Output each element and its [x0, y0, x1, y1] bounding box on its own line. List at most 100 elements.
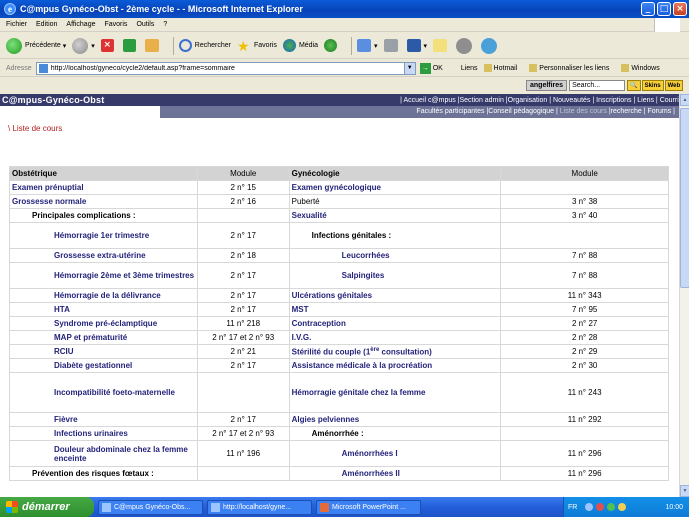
close-button[interactable]: ×: [673, 2, 687, 16]
skins-button[interactable]: Skins: [641, 79, 664, 91]
course-cell: Stérilité du couple (1ère consultation): [288, 344, 502, 359]
nav-liens[interactable]: Liens: [637, 97, 654, 104]
menu-edition[interactable]: Edition: [36, 21, 57, 28]
search-go-icon[interactable]: 🔍: [627, 79, 641, 91]
link-icon: [529, 64, 538, 72]
course-table: Obstétrique Module Gynécologie Module Ex…: [9, 166, 669, 481]
course-link[interactable]: Douleur abdominale chez la femme enceint…: [54, 445, 188, 463]
web-button[interactable]: Web: [664, 79, 684, 91]
course-link[interactable]: MST: [292, 305, 309, 314]
course-link[interactable]: Leucorrhées: [342, 251, 390, 260]
mail-button[interactable]: ▾: [357, 39, 378, 52]
tray-messenger-icon[interactable]: [607, 503, 616, 511]
back-button[interactable]: Précédente ▾: [6, 37, 66, 54]
discuss-button[interactable]: [433, 39, 450, 52]
course-cell: Grossesse extra-utérine: [9, 248, 198, 263]
task-powerpoint[interactable]: Microsoft PowerPoint ...: [316, 499, 421, 515]
course-link[interactable]: RCIU: [54, 347, 74, 356]
course-link[interactable]: Aménorrhées II: [342, 469, 400, 478]
menu-help[interactable]: ?: [163, 21, 167, 28]
home-button[interactable]: [144, 39, 162, 52]
course-link[interactable]: Sexualité: [292, 211, 327, 220]
tray-network-icon[interactable]: [585, 503, 594, 511]
menu-outils[interactable]: Outils: [136, 21, 154, 28]
module-cell: [500, 222, 669, 249]
tray-volume-icon[interactable]: [618, 503, 627, 511]
course-label: Puberté: [291, 197, 320, 206]
course-link[interactable]: Incompatibilité foeto-maternelle: [54, 388, 175, 397]
media-button[interactable]: Média: [282, 39, 318, 52]
vertical-scrollbar[interactable]: ▲ ▼: [679, 94, 689, 497]
edit-button[interactable]: ▾: [406, 39, 427, 52]
nav-accueil[interactable]: Accueil c@mpus: [404, 97, 456, 104]
course-cell: Puberté: [288, 194, 502, 209]
subnav-forums[interactable]: Forums: [648, 108, 672, 115]
nav-section-admin[interactable]: Section admin: [460, 97, 504, 104]
link-hotmail[interactable]: Hotmail: [483, 64, 524, 72]
course-link[interactable]: MAP et prématurité: [54, 333, 127, 342]
address-input[interactable]: http://localhost/gyneco/cycle2/default.a…: [35, 61, 416, 75]
course-link[interactable]: Grossesse normale: [12, 197, 86, 206]
favorites-button[interactable]: ★ Favoris: [237, 39, 277, 53]
nav-inscriptions[interactable]: Inscriptions: [596, 97, 631, 104]
messenger-button[interactable]: [456, 37, 475, 54]
menu-fichier[interactable]: Fichier: [6, 21, 27, 28]
subnav-conseil[interactable]: Conseil pédagogique: [488, 108, 554, 115]
course-link[interactable]: Stérilité du couple (1: [292, 347, 371, 356]
course-link[interactable]: Hémorragie génitale chez la femme: [292, 388, 426, 397]
forward-button[interactable]: ▾: [72, 37, 95, 54]
tray-security-icon[interactable]: [596, 503, 605, 511]
print-button[interactable]: [383, 39, 401, 52]
scroll-thumb[interactable]: [680, 108, 689, 288]
task-localhost[interactable]: http://localhost/gyne...: [207, 499, 312, 515]
nav-organisation[interactable]: Organisation: [508, 97, 548, 104]
course-link[interactable]: Salpingites: [342, 271, 385, 280]
course-link[interactable]: Diabète gestationnel: [54, 361, 132, 370]
start-button[interactable]: démarrer: [0, 497, 94, 517]
chevron-down-icon[interactable]: ▼: [403, 62, 415, 74]
course-link[interactable]: I.V.G.: [292, 333, 312, 342]
course-link[interactable]: Algies pelviennes: [292, 415, 360, 424]
course-link[interactable]: Infections urinaires: [54, 429, 128, 438]
course-link[interactable]: Fièvre: [54, 415, 78, 424]
course-link[interactable]: Aménorrhées I: [342, 449, 398, 458]
course-link[interactable]: Syndrome pré-éclamptique: [54, 319, 157, 328]
menu-affichage[interactable]: Affichage: [66, 21, 95, 28]
subnav-liste-cours[interactable]: Liste des cours: [560, 108, 607, 115]
research-button[interactable]: [481, 37, 500, 54]
refresh-button[interactable]: [122, 39, 139, 52]
course-link[interactable]: Hémorragie 2ème et 3ème trimestres: [54, 271, 194, 280]
link-windows[interactable]: Windows: [621, 64, 665, 72]
link-personnaliser[interactable]: Personnaliser les liens: [529, 64, 615, 72]
nav-nouveautes[interactable]: Nouveautés: [553, 97, 590, 104]
task-campus[interactable]: C@mpus Gynéco-Obs...: [98, 499, 203, 515]
course-link[interactable]: Assistance médicale à la procréation: [292, 361, 433, 370]
scroll-down-icon[interactable]: ▼: [680, 485, 689, 497]
search-button[interactable]: Rechercher: [178, 39, 231, 52]
go-button[interactable]: → OK: [419, 62, 443, 74]
angelfires-button[interactable]: angelfires: [526, 79, 568, 91]
course-link[interactable]: Examen gynécologique: [292, 183, 381, 192]
minimize-button[interactable]: _: [641, 2, 655, 16]
maximize-button[interactable]: □: [657, 2, 671, 16]
subnav-recherche[interactable]: recherche: [611, 108, 642, 115]
course-cell: Algies pelviennes: [288, 412, 502, 427]
course-link[interactable]: HTA: [54, 305, 70, 314]
menu-favoris[interactable]: Favoris: [104, 21, 127, 28]
addon-search-input[interactable]: Search...: [569, 79, 626, 91]
history-button[interactable]: [324, 39, 340, 52]
module-cell: 2 n° 17: [196, 288, 290, 303]
subnav-facultes[interactable]: Facultés participantes: [416, 108, 484, 115]
course-link[interactable]: Grossesse extra-utérine: [54, 251, 146, 260]
course-link[interactable]: Contraception: [292, 319, 346, 328]
course-link[interactable]: Hémorragie de la délivrance: [54, 291, 161, 300]
address-label: Adresse: [6, 64, 32, 72]
course-cell: Infections urinaires: [9, 426, 198, 441]
scroll-up-icon[interactable]: ▲: [680, 94, 689, 106]
language-indicator[interactable]: FR: [568, 504, 577, 511]
course-link[interactable]: Hémorragie 1er trimestre: [54, 231, 149, 240]
course-link[interactable]: Examen prénuptial: [12, 183, 84, 192]
course-link-suffix[interactable]: consultation): [379, 347, 432, 356]
course-link[interactable]: Ulcérations génitales: [292, 291, 372, 300]
stop-button[interactable]: ×: [100, 39, 117, 52]
